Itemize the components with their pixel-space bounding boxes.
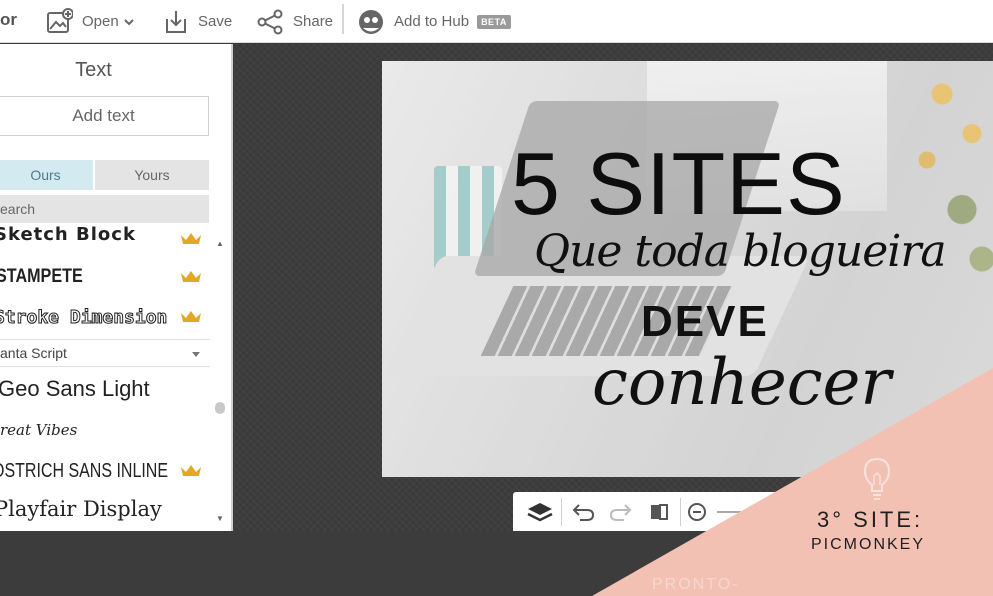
undo-icon: [572, 503, 595, 521]
font-item-label: Geo Sans Light: [0, 376, 150, 401]
font-item-geo-sans-light[interactable]: Geo Sans Light: [0, 374, 210, 404]
font-item-label: STAMPETE: [0, 266, 83, 287]
app-name-fragment: or: [0, 10, 17, 29]
canvas-bold-text[interactable]: DEVE: [641, 297, 769, 347]
watermark-url: PRONTO-POSTEI.BLOGSPOT.COM.BR: [652, 576, 912, 596]
beta-badge: BETA: [477, 14, 511, 29]
lightbulb-icon: [863, 457, 891, 500]
scroll-down-arrow[interactable]: ▼: [216, 514, 224, 523]
add-text-button[interactable]: Add text: [0, 96, 209, 136]
share-button[interactable]: Share: [256, 0, 333, 43]
open-label: Open: [82, 13, 119, 30]
save-icon: [166, 10, 186, 33]
redo-icon: [609, 503, 632, 521]
crown-icon: [181, 271, 201, 282]
font-item-sketch-block[interactable]: Sketch Block: [0, 226, 210, 250]
font-item-label: Sketch Block: [0, 226, 136, 245]
text-panel: Text Add text Ours Yours earch Sketch Bl…: [0, 44, 233, 531]
crown-icon: [181, 465, 201, 476]
scroll-up-arrow[interactable]: ▲: [216, 239, 224, 248]
watermark-site-name: PICMONKEY: [811, 536, 926, 553]
zoom-out-button[interactable]: [683, 492, 711, 531]
panel-title: Text: [75, 59, 112, 81]
font-search-input[interactable]: earch: [0, 195, 209, 223]
undo-button[interactable]: [564, 492, 602, 531]
font-item-stampete[interactable]: STAMPETE: [0, 262, 210, 292]
save-label: Save: [198, 13, 233, 30]
hub-icon: [359, 9, 383, 34]
image-add-icon: [47, 7, 73, 33]
toolbar-divider: [680, 497, 681, 526]
flip-button[interactable]: [640, 492, 678, 531]
font-item-label: Great Vibes: [0, 421, 78, 439]
tab-yours[interactable]: Yours: [95, 160, 209, 190]
add-to-hub-label: Add to Hub: [394, 13, 470, 30]
toolbar-divider: [561, 497, 562, 526]
chevron-down-icon: [123, 18, 134, 25]
canvas-headline-text[interactable]: 5 SITES: [511, 138, 931, 230]
watermark-site-label: 3° SITE:: [817, 507, 924, 532]
font-item-label: Playfair Display: [0, 497, 162, 521]
redo-button[interactable]: [602, 492, 640, 531]
canvas-toolbar: [513, 492, 813, 531]
font-item-label: Stroke Dimension: [0, 306, 168, 328]
zoom-slider[interactable]: [717, 510, 777, 513]
font-item-great-vibes[interactable]: Great Vibes: [0, 416, 210, 444]
flip-icon: [651, 503, 668, 520]
selected-font-label: anta Script: [0, 345, 67, 361]
font-item-stroke-dimension[interactable]: Stroke Dimension: [0, 302, 210, 332]
crown-icon: [181, 233, 201, 244]
font-item-label: OSTRICH SANS INLINE: [0, 459, 169, 482]
zoom-out-icon: [688, 502, 706, 521]
caret-down-icon: [192, 352, 200, 357]
share-icon: [257, 9, 283, 34]
layers-icon: [527, 502, 553, 521]
font-item-playfair-display[interactable]: Playfair Display: [0, 494, 210, 524]
canvas-cursive-text[interactable]: conhecer: [592, 346, 891, 420]
open-button[interactable]: Open: [45, 0, 135, 43]
crown-icon: [181, 311, 201, 322]
add-to-hub-button[interactable]: Add to Hub BETA: [357, 0, 511, 43]
top-toolbar: or Open Save Share Add to Hub BETA: [0, 0, 993, 43]
canvas-script-text[interactable]: Que toda blogueira: [534, 226, 947, 277]
toolbar-divider: [342, 4, 344, 34]
save-button[interactable]: Save: [163, 0, 232, 43]
layers-button[interactable]: [521, 492, 559, 531]
font-item-ostrich-sans-inline[interactable]: OSTRICH SANS INLINE: [0, 456, 210, 486]
selected-font-dropdown[interactable]: anta Script: [0, 339, 210, 367]
share-label: Share: [293, 13, 334, 30]
tab-ours[interactable]: Ours: [0, 160, 93, 190]
scrollbar-thumb[interactable]: [215, 402, 225, 414]
